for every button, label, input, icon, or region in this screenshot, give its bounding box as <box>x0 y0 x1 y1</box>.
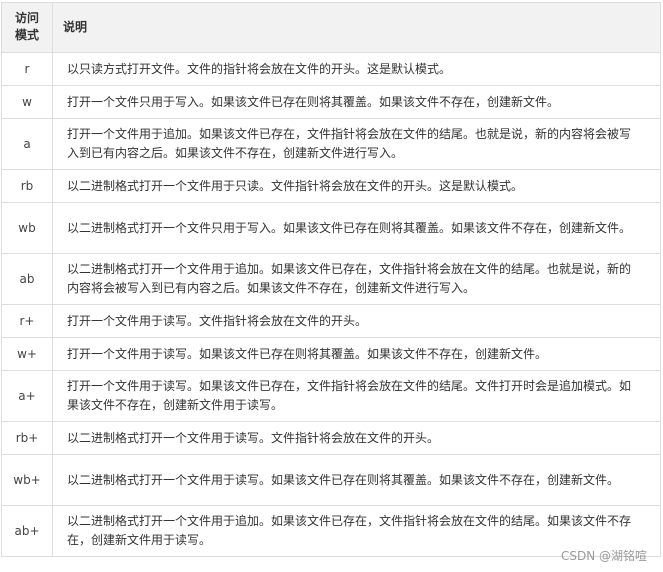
mode-cell: a+ <box>1 370 53 422</box>
description-cell: 以二进制格式打开一个文件用于读写。文件指针将会放在文件的开头。 <box>52 421 661 455</box>
file-mode-table: 访问 模式 说明 r 以只读方式打开文件。文件的指针将会放在文件的开头。这是默认… <box>1 2 661 557</box>
description-cell: 以二进制格式打开一个文件用于读写。如果该文件已存在则将其覆盖。如果该文件不存在，… <box>52 454 661 506</box>
header-mode-label: 访问 模式 <box>14 11 39 42</box>
description-cell: 打开一个文件用于读写。文件指针将会放在文件的开头。 <box>52 304 661 338</box>
description-cell: 以二进制格式打开一个文件只用于写入。如果该文件已存在则将其覆盖。如果该文件不存在… <box>52 202 661 254</box>
mode-cell: w <box>1 85 53 119</box>
table-row: rb 以二进制格式打开一个文件用于只读。文件指针将会放在文件的开头。这是默认模式… <box>1 169 661 203</box>
mode-cell: ab <box>1 253 53 305</box>
mode-cell: a <box>1 118 53 170</box>
mode-cell: r+ <box>1 304 53 338</box>
table-row: ab 以二进制格式打开一个文件用于追加。如果该文件已存在，文件指针将会放在文件的… <box>1 253 661 305</box>
header-description: 说明 <box>52 2 661 53</box>
mode-cell: w+ <box>1 337 53 371</box>
table-row: w 打开一个文件只用于写入。如果该文件已存在则将其覆盖。如果该文件不存在，创建新… <box>1 85 661 119</box>
description-cell: 以只读方式打开文件。文件的指针将会放在文件的开头。这是默认模式。 <box>52 52 661 86</box>
table-row: rb+ 以二进制格式打开一个文件用于读写。文件指针将会放在文件的开头。 <box>1 421 661 455</box>
mode-cell: rb+ <box>1 421 53 455</box>
table-row: a+ 打开一个文件用于读写。如果该文件已存在，文件指针将会放在文件的结尾。文件打… <box>1 370 661 422</box>
description-cell: 以二进制格式打开一个文件用于追加。如果该文件已存在，文件指针将会放在文件的结尾。… <box>52 253 661 305</box>
table-row: w+ 打开一个文件用于读写。如果该文件已存在则将其覆盖。如果该文件不存在，创建新… <box>1 337 661 371</box>
description-cell: 打开一个文件只用于写入。如果该文件已存在则将其覆盖。如果该文件不存在，创建新文件… <box>52 85 661 119</box>
mode-cell: r <box>1 52 53 86</box>
description-cell: 以二进制格式打开一个文件用于只读。文件指针将会放在文件的开头。这是默认模式。 <box>52 169 661 203</box>
watermark: CSDN @湖铭喧 <box>560 549 647 563</box>
header-mode: 访问 模式 <box>1 2 53 53</box>
mode-cell: wb+ <box>1 454 53 506</box>
table-body: r 以只读方式打开文件。文件的指针将会放在文件的开头。这是默认模式。 w 打开一… <box>1 52 661 557</box>
table-row: wb 以二进制格式打开一个文件只用于写入。如果该文件已存在则将其覆盖。如果该文件… <box>1 202 661 254</box>
header-row: 访问 模式 说明 <box>1 2 661 53</box>
description-cell: 打开一个文件用于读写。如果该文件已存在，文件指针将会放在文件的结尾。文件打开时会… <box>52 370 661 422</box>
description-cell: 打开一个文件用于追加。如果该文件已存在，文件指针将会放在文件的结尾。也就是说，新… <box>52 118 661 170</box>
table-header: 访问 模式 说明 <box>1 2 661 53</box>
table-row: r+ 打开一个文件用于读写。文件指针将会放在文件的开头。 <box>1 304 661 338</box>
description-cell: 打开一个文件用于读写。如果该文件已存在则将其覆盖。如果该文件不存在，创建新文件。 <box>52 337 661 371</box>
mode-cell: rb <box>1 169 53 203</box>
table-row: r 以只读方式打开文件。文件的指针将会放在文件的开头。这是默认模式。 <box>1 52 661 86</box>
table-row: a 打开一个文件用于追加。如果该文件已存在，文件指针将会放在文件的结尾。也就是说… <box>1 118 661 170</box>
mode-cell: ab+ <box>1 505 53 557</box>
table-row: wb+ 以二进制格式打开一个文件用于读写。如果该文件已存在则将其覆盖。如果该文件… <box>1 454 661 506</box>
mode-cell: wb <box>1 202 53 254</box>
